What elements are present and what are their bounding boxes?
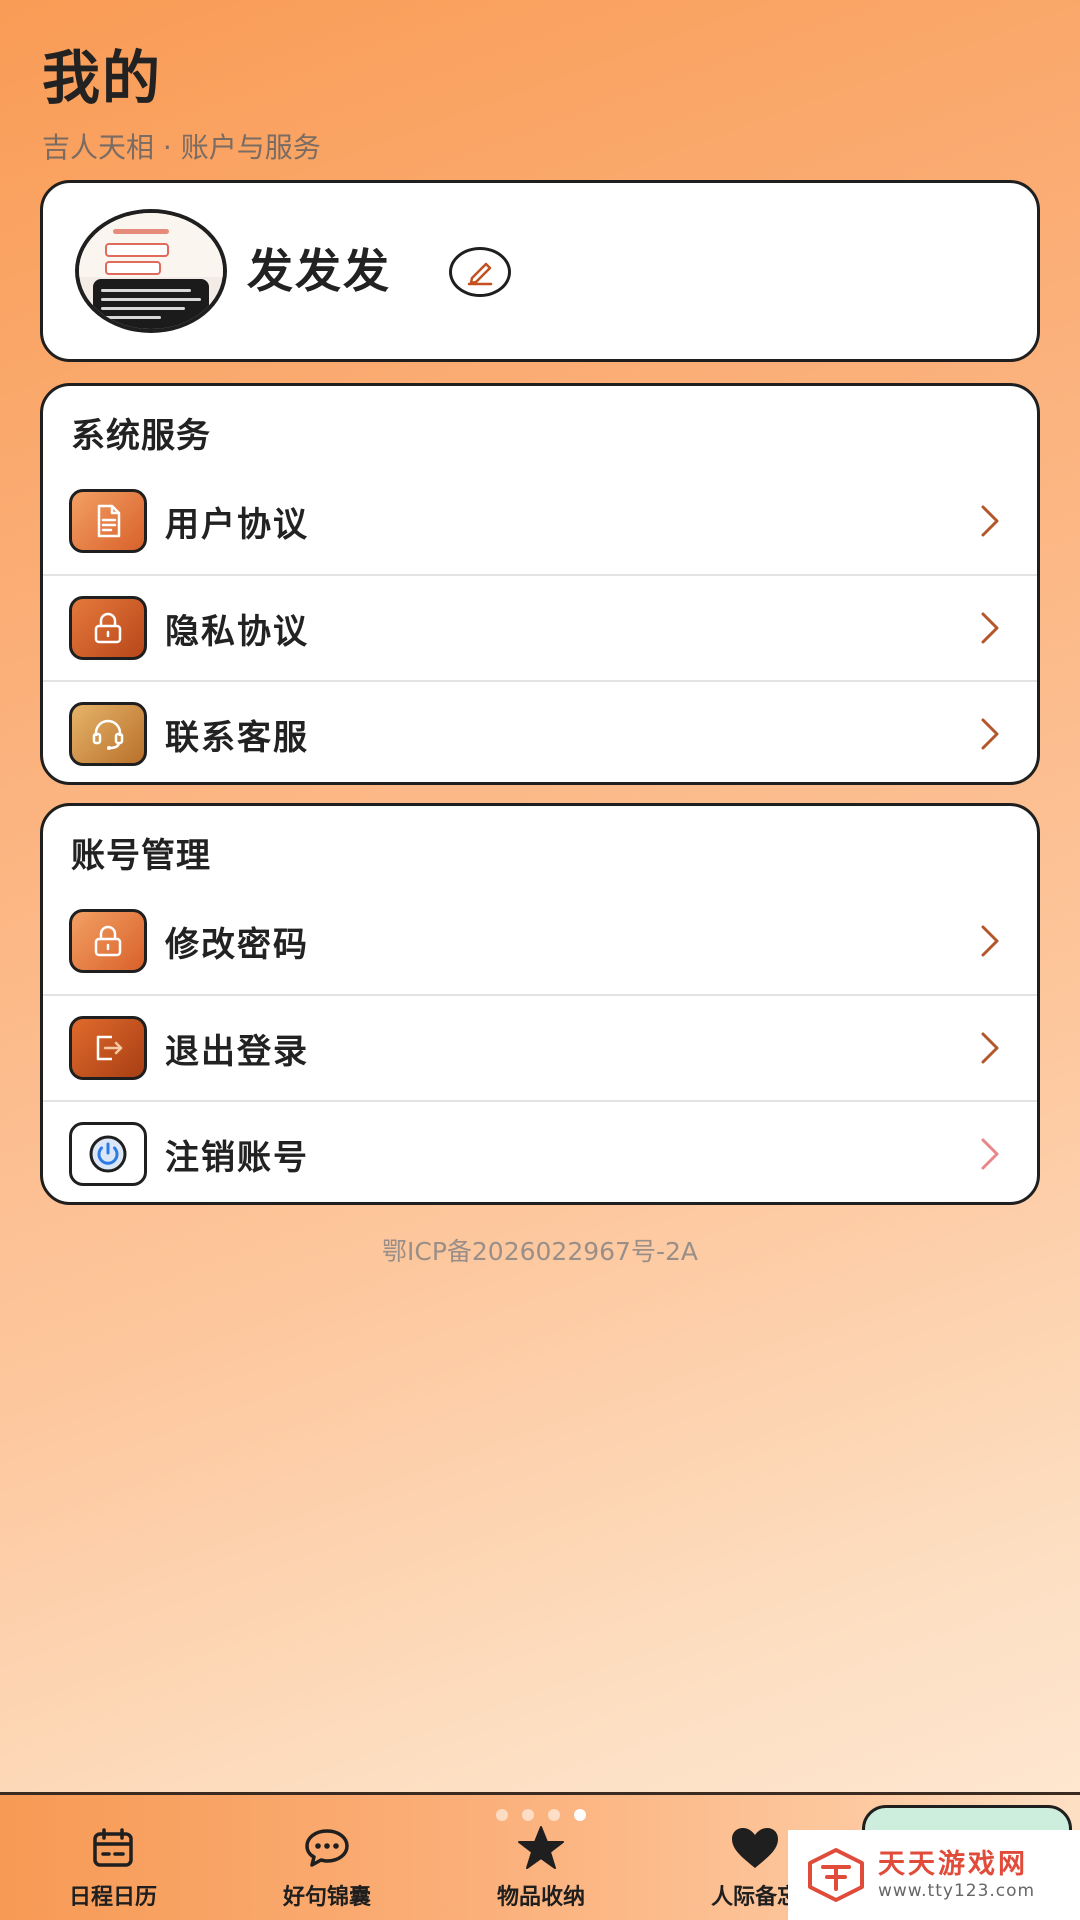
calendar-icon [93,1828,133,1867]
logout-icon [69,1016,147,1080]
chevron-right-icon [981,505,999,537]
pencil-icon [467,262,493,286]
tab-label: 好句锦囊 [282,1885,371,1910]
star-icon [518,1826,564,1869]
chevron-right-icon [981,612,999,644]
watermark-title: 天天游戏网 [878,1849,1028,1880]
menu-item-user-agreement[interactable]: 用户协议 [43,468,1037,574]
username: 发发发 [247,244,391,298]
lock-icon [69,596,147,660]
page-dot [496,1809,508,1821]
menu-item-change-password[interactable]: 修改密码 [43,888,1037,994]
chevron-right-icon [981,925,999,957]
tab-label: 日程日历 [68,1885,157,1910]
menu-item-label: 注销账号 [165,1137,309,1178]
page-header: 我的 吉人天相 · 账户与服务 [42,42,321,166]
page-title: 我的 [42,44,163,112]
menu-item-privacy-policy[interactable]: 隐私协议 [43,574,1037,680]
lock-icon [69,909,147,973]
page-dot [522,1809,534,1821]
menu-item-label: 用户协议 [165,504,309,545]
account-management-title: 账号管理 [71,836,211,876]
tab-schedule-calendar[interactable]: 日程日历 [28,1823,198,1911]
menu-item-label: 退出登录 [165,1031,309,1072]
page-dot [548,1809,560,1821]
page-indicator [496,1809,586,1821]
page-dot-active [574,1809,586,1821]
site-watermark: 天天游戏网 www.tty123.com [788,1830,1080,1920]
page-subtitle: 吉人天相 · 账户与服务 [42,131,321,164]
menu-item-label: 联系客服 [165,717,309,758]
account-management-card: 账号管理 修改密码 退出登录 注销账号 [40,803,1040,1205]
icp-record-text: 鄂ICP备2026022967号-2A [382,1237,698,1266]
chat-bubble-icon [305,1829,349,1867]
heart-icon [732,1828,778,1868]
menu-item-customer-service[interactable]: 联系客服 [43,680,1037,782]
chevron-right-icon [981,718,999,750]
tab-label: 物品收纳 [496,1885,585,1910]
menu-item-label: 修改密码 [165,924,309,965]
menu-item-logout[interactable]: 退出登录 [43,994,1037,1100]
chevron-right-icon [981,1032,999,1064]
tab-item-storage[interactable]: 物品收纳 [456,1823,626,1911]
menu-item-delete-account[interactable]: 注销账号 [43,1100,1037,1202]
watermark-url: www.tty123.com [878,1881,1036,1901]
system-services-card: 系统服务 用户协议 隐私协议 联系客服 [40,383,1040,785]
profile-card[interactable]: 发发发 [40,180,1040,362]
avatar[interactable] [75,209,227,333]
menu-item-label: 隐私协议 [165,611,309,652]
watermark-logo-icon [808,1848,864,1902]
edit-profile-button[interactable] [449,247,511,297]
document-icon [69,489,147,553]
headset-icon [69,702,147,766]
power-icon [69,1122,147,1186]
chevron-right-icon [981,1138,999,1170]
tab-good-sentences[interactable]: 好句锦囊 [242,1823,412,1911]
system-services-title: 系统服务 [71,416,211,456]
